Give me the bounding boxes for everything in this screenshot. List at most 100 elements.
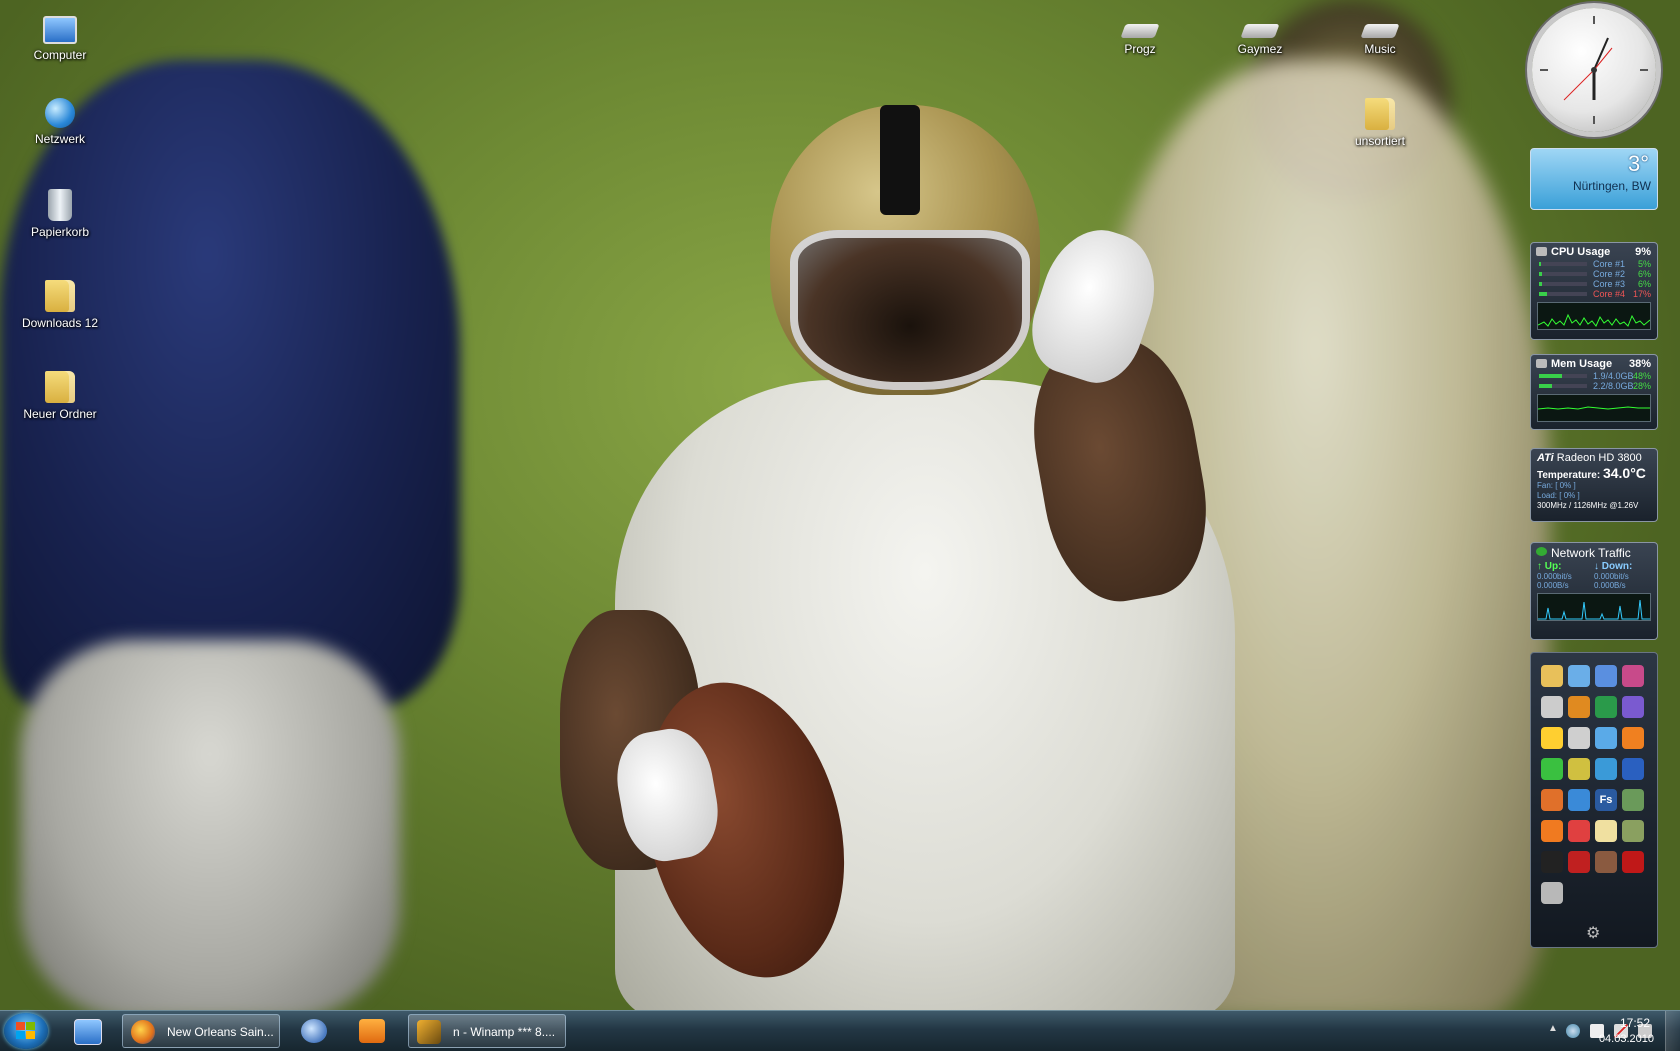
folder-icon[interactable] bbox=[1595, 820, 1617, 842]
winamp-icon[interactable] bbox=[1622, 696, 1644, 718]
desktop-icon-label: Papierkorb bbox=[30, 225, 90, 239]
computer-icon[interactable] bbox=[1595, 665, 1617, 687]
desktop-wallpaper bbox=[0, 0, 1680, 1010]
desktop-icon-label: Music bbox=[1364, 42, 1396, 56]
folder-icon bbox=[1365, 98, 1395, 130]
tools-icon[interactable] bbox=[1568, 820, 1590, 842]
cpu-core-bar bbox=[1539, 282, 1542, 286]
steam-icon[interactable] bbox=[1541, 851, 1563, 873]
gpu-fan: Fan: [ 0% ] bbox=[1537, 481, 1576, 490]
lan-icon[interactable] bbox=[1568, 758, 1590, 780]
cpu-usage-gadget[interactable]: CPU Usage 9% Core #1 5% Core #2 6% Core #3… bbox=[1530, 242, 1658, 340]
red-disc-icon[interactable] bbox=[1622, 851, 1644, 873]
app-launcher-gadget: Fs ⚙ bbox=[1530, 652, 1658, 948]
clock-face bbox=[1540, 16, 1648, 124]
drive-icon bbox=[1240, 24, 1280, 38]
cpu-core-name: Core #1 bbox=[1593, 259, 1626, 269]
show-desktop-pinned-button[interactable] bbox=[60, 1014, 114, 1048]
taskbar-task-label: n - Winamp *** 8.... bbox=[453, 1025, 556, 1039]
memory-bar bbox=[1539, 374, 1563, 378]
info-icon[interactable] bbox=[1568, 696, 1590, 718]
drive-icon[interactable] bbox=[1541, 696, 1563, 718]
desktop-icon-gaymez[interactable]: Gaymez bbox=[1215, 10, 1305, 56]
show-desktop-button[interactable] bbox=[1665, 1011, 1680, 1051]
clover-icon[interactable] bbox=[1541, 758, 1563, 780]
vlc-icon[interactable] bbox=[1622, 727, 1644, 749]
network-history-line bbox=[1538, 599, 1650, 620]
desktop-icon-computer[interactable]: Computer bbox=[15, 10, 105, 62]
desktop-icon-progz[interactable]: Progz bbox=[1095, 10, 1185, 56]
network-places-icon[interactable] bbox=[1568, 665, 1590, 687]
sphere-icon[interactable] bbox=[1595, 727, 1617, 749]
eye-icon[interactable] bbox=[1541, 727, 1563, 749]
taskbar-clock-time[interactable]: 17:52 bbox=[1620, 1016, 1650, 1030]
desktop-icon-unsortiert[interactable]: unsortiert bbox=[1335, 98, 1425, 148]
puzzle-icon[interactable] bbox=[1568, 789, 1590, 811]
drive-icon bbox=[1120, 24, 1160, 38]
cpu-core-row: Core #2 6% bbox=[1531, 269, 1657, 279]
thunderbird-pinned-button[interactable] bbox=[287, 1014, 341, 1048]
firefox-icon bbox=[131, 1020, 155, 1044]
memory-history-line bbox=[1538, 406, 1650, 410]
clock-second-hand bbox=[1563, 69, 1595, 101]
download-bit-rate: 0.000bit/s bbox=[1594, 572, 1629, 581]
cpu-usage-header: CPU Usage 9% bbox=[1531, 243, 1657, 259]
taskbar-clock-date[interactable]: 04.03.2010 bbox=[1599, 1033, 1654, 1045]
memory-amount: 1.9/4.0GB bbox=[1593, 371, 1634, 381]
network-history-graph bbox=[1537, 593, 1651, 621]
pen-icon[interactable] bbox=[1622, 758, 1644, 780]
desktop-icon-network[interactable]: Netzwerk bbox=[15, 98, 105, 146]
gpu-monitor-gadget[interactable]: ATi Radeon HD 3800 Temperature: 34.0°C F… bbox=[1530, 448, 1658, 522]
gpu-temperature-value: 34.0°C bbox=[1602, 465, 1646, 481]
gear-icon[interactable]: ⚙ bbox=[1586, 923, 1600, 943]
network-globe-icon bbox=[1536, 547, 1547, 556]
upload-bit-rate: 0.000bit/s bbox=[1537, 572, 1572, 581]
gpu-temperature-line: Temperature: 34.0°C bbox=[1531, 465, 1657, 481]
desktop-icon-downloads[interactable]: Downloads 12 bbox=[15, 280, 105, 330]
weather-gadget[interactable]: 3° Nürtingen, BW bbox=[1530, 148, 1658, 210]
memory-amount: 2.2/8.0GB bbox=[1593, 381, 1634, 391]
cpu-core-bar bbox=[1539, 272, 1542, 276]
memory-percent: 28% bbox=[1632, 381, 1651, 391]
desktop-icon-music[interactable]: Music bbox=[1335, 10, 1425, 56]
tray-expand-icon[interactable]: ▲ bbox=[1548, 1023, 1558, 1034]
explorer-icon[interactable] bbox=[1541, 665, 1563, 687]
taskbar-task-firefox[interactable]: New Orleans Sain... bbox=[122, 1014, 280, 1048]
game-icon[interactable] bbox=[1568, 851, 1590, 873]
fs-icon[interactable]: Fs bbox=[1595, 789, 1617, 811]
desktop-icon-label: Gaymez bbox=[1237, 42, 1283, 56]
display-icon[interactable] bbox=[1541, 882, 1563, 904]
tray-app-icon[interactable] bbox=[1566, 1024, 1580, 1038]
memory-history-graph bbox=[1537, 394, 1651, 422]
gpu-header: ATi Radeon HD 3800 bbox=[1531, 449, 1657, 465]
download-label-text: Down: bbox=[1601, 561, 1633, 572]
desktop-icon-recycle-bin[interactable]: Papierkorb bbox=[15, 189, 105, 239]
desktop-icon-label: unsortiert bbox=[1354, 134, 1406, 148]
cpu-core-value: 17% bbox=[1632, 289, 1651, 299]
start-button[interactable] bbox=[4, 1013, 48, 1049]
gpu-model: Radeon HD 3800 bbox=[1556, 452, 1642, 464]
network-traffic-gadget[interactable]: Network Traffic ↑ Up: ↓ Down: 0.000bit/s… bbox=[1530, 542, 1658, 640]
xfire-icon[interactable] bbox=[1622, 789, 1644, 811]
firefox-icon[interactable] bbox=[1541, 789, 1563, 811]
cpu-history-graph bbox=[1537, 302, 1651, 330]
soldier-icon[interactable] bbox=[1595, 851, 1617, 873]
memory-bar bbox=[1539, 384, 1553, 388]
memory-usage-title: Mem Usage bbox=[1551, 358, 1613, 370]
download-byte-rate: 0.000B/s bbox=[1594, 581, 1626, 590]
memory-usage-total: 38% bbox=[1628, 358, 1651, 370]
orange-icon[interactable] bbox=[1541, 820, 1563, 842]
cpu-history-line bbox=[1538, 313, 1650, 327]
winrar-icon[interactable] bbox=[1622, 665, 1644, 687]
media-player-pinned-button[interactable] bbox=[345, 1014, 399, 1048]
upload-byte-rate: 0.000B/s bbox=[1537, 581, 1569, 590]
clock-minute-hand bbox=[1593, 37, 1609, 71]
messenger-icon[interactable] bbox=[1595, 758, 1617, 780]
memory-usage-gadget[interactable]: Mem Usage 38% 1.9/4.0GB 48% 2.2/8.0GB 28% bbox=[1530, 354, 1658, 430]
bonsai-icon[interactable] bbox=[1622, 820, 1644, 842]
taskbar-task-winamp[interactable]: n - Winamp *** 8.... bbox=[408, 1014, 566, 1048]
desktop-icon-new-folder[interactable]: Neuer Ordner bbox=[15, 371, 105, 421]
globe-icon[interactable] bbox=[1568, 727, 1590, 749]
hardware-icon[interactable] bbox=[1595, 696, 1617, 718]
clock-gadget[interactable] bbox=[1532, 8, 1656, 132]
